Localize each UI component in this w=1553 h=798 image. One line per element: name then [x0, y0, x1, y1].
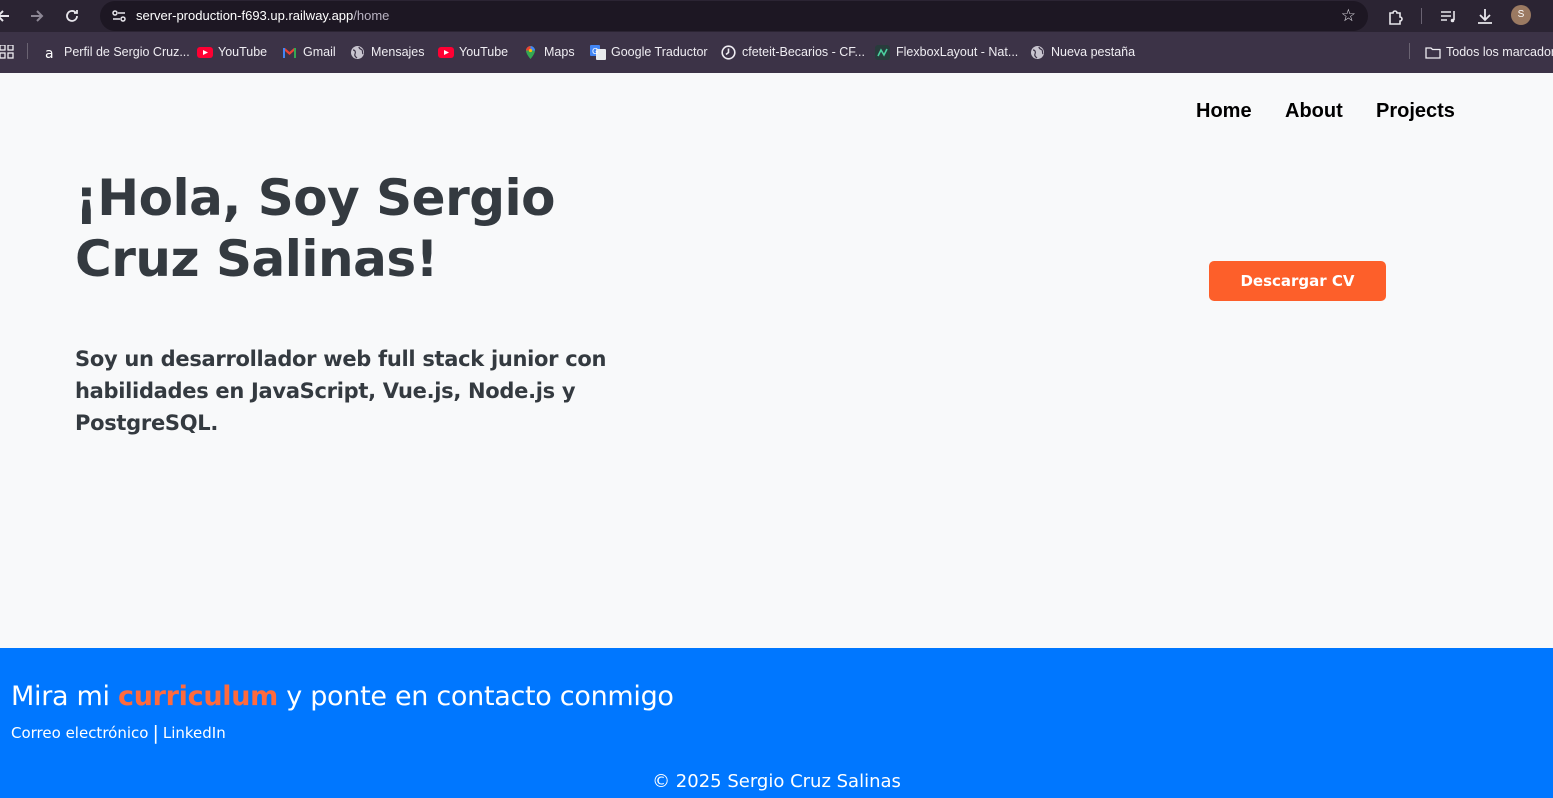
all-bookmarks-label: Todos los marcadores	[1446, 45, 1553, 59]
toolbar-divider	[1421, 8, 1422, 24]
bookmark-label: YouTube	[459, 45, 509, 59]
site-settings-icon[interactable]	[110, 7, 128, 25]
bookmarks-bar: a Perfil de Sergio Cruz... YouTube Gmail…	[0, 32, 1553, 73]
hero-subtitle: Soy un desarrollador web full stack juni…	[75, 347, 607, 435]
media-queue-icon[interactable]	[1438, 5, 1460, 27]
youtube-icon	[438, 45, 454, 60]
youtube-icon	[197, 45, 213, 60]
download-icon[interactable]	[1474, 5, 1496, 27]
copyright: © 2025 Sergio Cruz Salinas	[652, 771, 901, 792]
bookmark-traductor[interactable]: G Google Traductor	[590, 43, 708, 61]
address-bar[interactable]: server-production-f693.up.railway.app/ho…	[100, 1, 1368, 31]
a-letter-icon: a	[43, 45, 58, 62]
bookmarks-divider	[27, 43, 28, 59]
extensions-icon[interactable]	[1385, 5, 1407, 27]
footer-links: Correo electrónico | LinkedIn	[11, 722, 226, 744]
bookmark-label: YouTube	[218, 45, 268, 59]
bookmark-maps[interactable]: Maps	[523, 43, 575, 61]
all-bookmarks-folder[interactable]: Todos los marcadores	[1425, 43, 1553, 61]
bookmark-label: cfeteit-Becarios - CF...	[742, 45, 865, 59]
bookmark-label: Maps	[544, 45, 575, 59]
clock-icon	[721, 44, 736, 60]
maps-icon	[523, 45, 538, 60]
apps-grid-icon[interactable]	[0, 43, 14, 61]
translate-icon: G	[590, 44, 606, 60]
email-link[interactable]: Correo electrónico	[11, 724, 148, 742]
download-cv-button[interactable]: Descargar CV	[1209, 261, 1386, 301]
folder-icon	[1425, 45, 1441, 60]
site-footer: Mira mi curriculum y ponte en contacto c…	[0, 648, 1553, 798]
globe-icon	[350, 45, 365, 60]
profile-avatar[interactable]: S	[1511, 5, 1531, 25]
nav-projects[interactable]: Projects	[1376, 100, 1455, 123]
nav-about[interactable]: About	[1285, 100, 1343, 123]
browser-toolbar: server-production-f693.up.railway.app/ho…	[0, 0, 1553, 32]
globe-icon	[1030, 45, 1045, 60]
bookmark-label: Nueva pestaña	[1051, 45, 1136, 59]
bookmark-gmail[interactable]: Gmail	[282, 43, 336, 61]
footer-heading-post: y ponte en contacto conmigo	[277, 681, 674, 712]
forward-arrow-icon[interactable]	[26, 6, 46, 26]
url-path: /home	[353, 8, 390, 23]
curriculum-highlight[interactable]: curriculum	[118, 681, 278, 712]
bookmark-nueva-pestana[interactable]: Nueva pestaña	[1030, 43, 1135, 61]
url-text[interactable]: server-production-f693.up.railway.app/ho…	[136, 1, 389, 31]
bookmark-youtube-2[interactable]: YouTube	[438, 43, 508, 61]
bookmark-label: FlexboxLayout - Nat...	[896, 45, 1019, 59]
bookmark-mensajes[interactable]: Mensajes	[350, 43, 425, 61]
nav-home[interactable]: Home	[1196, 100, 1252, 123]
bookmark-label: Gmail	[303, 45, 336, 59]
bookmark-youtube-1[interactable]: YouTube	[197, 43, 267, 61]
bookmark-star-icon[interactable]: ☆	[1341, 6, 1356, 26]
gmail-icon	[282, 45, 297, 60]
bookmark-cfeteit[interactable]: cfeteit-Becarios - CF...	[721, 43, 865, 61]
reload-icon[interactable]	[62, 6, 82, 26]
bookmark-flexbox[interactable]: FlexboxLayout - Nat...	[875, 43, 1018, 61]
back-arrow-icon[interactable]	[0, 6, 14, 26]
bookmark-perfil[interactable]: a Perfil de Sergio Cruz...	[43, 43, 190, 62]
flexbox-icon	[875, 44, 890, 60]
bookmark-label: Mensajes	[371, 45, 425, 59]
hero-title: ¡Hola, Soy Sergio Cruz Salinas!	[75, 169, 556, 288]
link-separator: |	[152, 722, 159, 744]
bookmark-label: Perfil de Sergio Cruz...	[64, 45, 190, 59]
bookmarks-divider	[1409, 43, 1410, 59]
svg-text:a: a	[45, 46, 54, 60]
footer-heading-pre: Mira mi	[11, 681, 119, 712]
footer-heading: Mira mi curriculum y ponte en contacto c…	[11, 681, 674, 712]
svg-text:G: G	[592, 47, 598, 56]
bookmark-label: Google Traductor	[611, 45, 708, 59]
url-host: server-production-f693.up.railway.app	[136, 8, 354, 23]
linkedin-link[interactable]: LinkedIn	[163, 724, 226, 742]
